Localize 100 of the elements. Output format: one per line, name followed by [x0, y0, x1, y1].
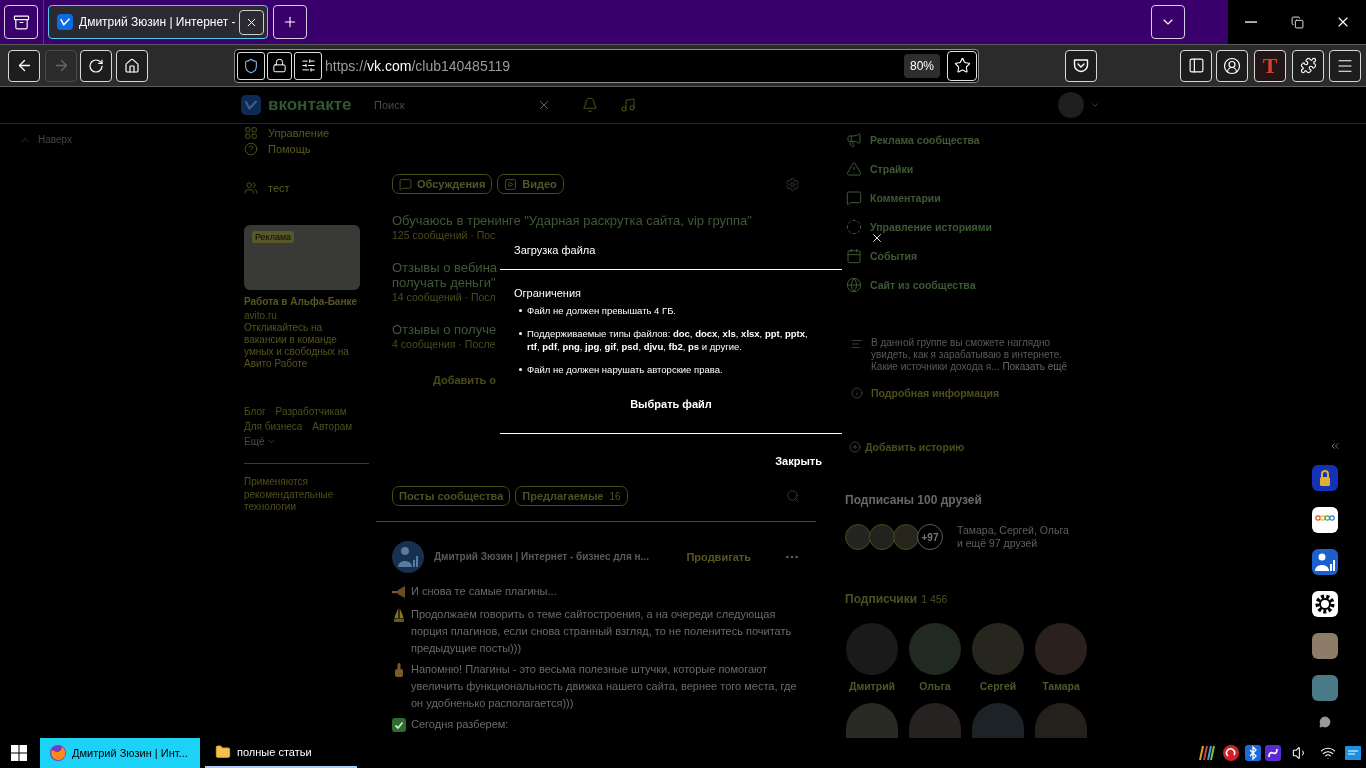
member-name[interactable]: Тамара [1042, 679, 1080, 693]
menu-button[interactable] [1329, 49, 1361, 82]
ad-text[interactable]: Откликайтесь на вакансии в команде умных и свободных на Авито Работе [244, 322, 360, 370]
member-name[interactable]: Дмитрий [848, 679, 896, 693]
more-link[interactable]: Ещё [244, 434, 277, 449]
recommendation-note[interactable]: Применяются рекомендательные технологии [244, 476, 344, 514]
member-name[interactable]: Ольга [919, 679, 951, 693]
show-more-link[interactable]: Показать ещё [1002, 361, 1067, 372]
close-button[interactable] [870, 231, 884, 245]
post-text: Напомню! Плагины - это весьма полезные штучки, которые помогают увеличить функциональность движка нашего сайта, вернее того места, где он удобненько располагается))) [411, 662, 798, 711]
sidebar-button[interactable] [1180, 49, 1212, 82]
calendar-icon [846, 248, 862, 264]
photo-placeholder[interactable]: Реклама [244, 225, 360, 290]
photo-placeholder[interactable] [1312, 675, 1338, 701]
more-friends-count[interactable]: +97 [917, 524, 943, 550]
warning-icon [846, 161, 862, 177]
bluetooth-icon[interactable] [1245, 745, 1261, 761]
friends-names: Тамара, Сергей, Ольга [957, 524, 1069, 537]
archive-box-icon [12, 13, 30, 31]
minimize-icon [1245, 21, 1257, 23]
ring-row-icon[interactable] [1312, 507, 1338, 533]
menu-item[interactable]: Реклама сообщества [845, 130, 980, 150]
wifi-icon[interactable] [1320, 745, 1336, 761]
slanted-bars-icon[interactable] [1199, 745, 1215, 761]
taskbar-item[interactable]: Дмитрий Зюзин | Инт... [40, 738, 200, 768]
details-link[interactable]: Подробная информация [871, 386, 1000, 400]
search-field[interactable]: Поиск [370, 92, 530, 118]
extension-button[interactable]: T [1254, 49, 1286, 82]
bookmark-button[interactable] [947, 50, 977, 81]
friends-heading[interactable]: Подписаны 100 друзей [845, 493, 982, 507]
site-info-button[interactable] [237, 51, 265, 80]
back-to-top-link[interactable]: Наверх [19, 134, 72, 146]
close-icon[interactable] [537, 98, 551, 112]
url-field[interactable]: https://vk.com/club140485119 [325, 55, 904, 76]
double-chevron-left-icon[interactable] [1329, 440, 1341, 452]
loop-tile-icon[interactable] [1265, 745, 1281, 761]
site-logo-text[interactable]: вконтакте [268, 95, 363, 115]
section-tab[interactable]: Обсуждения [392, 174, 493, 194]
pocket-button[interactable] [1065, 49, 1097, 82]
about-text: В данной группе вы сможете наглядно увидеть, как я зарабатываю в интернете. Какие источники дохода я... Показать ещё [871, 337, 1068, 373]
wall-tab[interactable]: Предлагаемые 16 [515, 486, 628, 506]
footer-link[interactable]: Разработчикам [275, 404, 347, 419]
menu-item[interactable]: Управление [244, 125, 330, 141]
close-dialog-button[interactable]: Закрыть [775, 453, 822, 469]
discussion-title[interactable]: получать деньги" [392, 275, 496, 290]
wall-tab[interactable]: Посты сообщества [392, 486, 511, 506]
discussion-title[interactable]: Отзывы о получе [392, 322, 497, 337]
footer-link[interactable]: Авторам [312, 419, 353, 434]
section-tab[interactable]: Видео [497, 174, 564, 194]
browser-tab[interactable]: Дмитрий Зюзин | Интернет - [48, 5, 268, 39]
menu-item[interactable]: Сайт из сообщества [845, 275, 976, 295]
sidebar-icon [1187, 57, 1205, 74]
person-chart-icon[interactable] [1312, 549, 1338, 575]
subscribers-heading[interactable]: Подписчики [845, 592, 918, 606]
post-text: Сегодня разберем: [411, 717, 510, 732]
lock-icon [272, 58, 287, 73]
gear-icon[interactable] [1312, 591, 1338, 617]
chat-bubble-icon[interactable] [1319, 716, 1331, 728]
chevron-down-icon [267, 437, 277, 446]
ad-title[interactable]: Работа в Альфа-Банке [244, 295, 358, 309]
photo-placeholder[interactable] [1312, 633, 1338, 659]
tab-list-button[interactable] [4, 5, 38, 39]
discussion-title[interactable]: Обучаюсь в тренинге "Ударная раскрутка сайта, vip группа" [392, 213, 752, 228]
permissions-button[interactable] [294, 51, 322, 80]
add-discussion-link[interactable]: Добавить о [433, 373, 497, 387]
text-lines-icon [851, 338, 863, 350]
menu-item[interactable]: Управление историями [845, 217, 992, 237]
connection-button[interactable] [267, 51, 292, 80]
menu-item[interactable]: Страйки [845, 159, 914, 179]
arc-circle-icon[interactable] [1223, 745, 1239, 761]
home-button[interactable] [116, 49, 148, 82]
chat-bubble-icon [399, 177, 412, 191]
back-button[interactable] [8, 49, 40, 82]
menu-item[interactable]: тест [244, 180, 290, 196]
choose-file-button[interactable]: Выбрать файл [630, 395, 712, 413]
footer-link[interactable]: Для бизнеса [244, 419, 303, 434]
taskbar-item[interactable]: полные статьи [205, 738, 357, 768]
new-tab-button[interactable] [273, 5, 307, 39]
padlock-icon[interactable] [1312, 465, 1338, 491]
discussion-title[interactable]: Отзывы о вебина [392, 260, 498, 275]
logo-icon[interactable] [241, 95, 261, 115]
menu-item[interactable]: События [845, 246, 918, 266]
flame-globe-icon [50, 745, 66, 761]
close-tab-button[interactable] [239, 9, 264, 35]
footer-link[interactable]: Блог [244, 404, 266, 419]
zoom-level-button[interactable]: 80% [903, 53, 940, 78]
tab-overflow-button[interactable] [1151, 5, 1185, 39]
member-name[interactable]: Сергей [979, 679, 1017, 693]
close-icon [870, 231, 884, 245]
friends-rest: и ещё 97 друзей [957, 537, 1039, 550]
menu-item[interactable]: Комментарии [845, 188, 941, 208]
discussion-meta: 125 сообщений · Пос [392, 228, 496, 242]
add-story-link[interactable]: Добавить историю [865, 440, 965, 454]
extensions-button[interactable] [1292, 49, 1324, 82]
promote-link[interactable]: Продвигать [686, 550, 751, 564]
reload-button[interactable] [80, 49, 112, 82]
account-button[interactable] [1216, 49, 1248, 82]
ad-label: Реклама [252, 231, 295, 243]
menu-item[interactable]: Помощь [244, 141, 311, 157]
post-author[interactable]: Дмитрий Зюзин | Интернет - бизнес для н... [434, 550, 649, 564]
